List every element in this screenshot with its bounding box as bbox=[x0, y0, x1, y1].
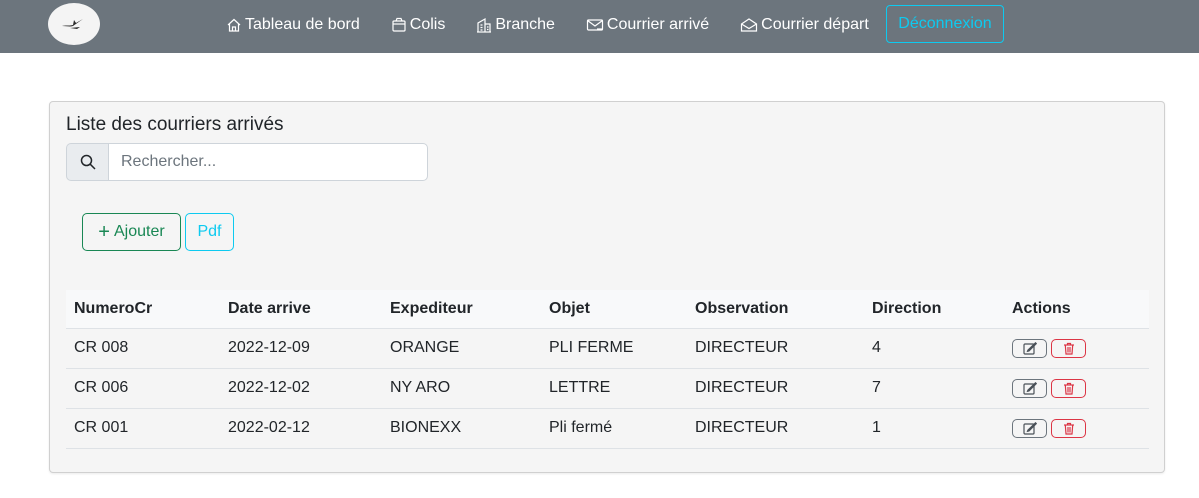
add-button[interactable]: + Ajouter bbox=[82, 213, 181, 251]
column-header: Direction bbox=[864, 290, 1004, 329]
search-icon bbox=[80, 154, 96, 170]
edit-icon bbox=[1022, 341, 1037, 355]
edit-button[interactable] bbox=[1012, 378, 1047, 398]
table-cell: 4 bbox=[864, 328, 1004, 369]
plus-icon: + bbox=[98, 221, 110, 243]
logout-button[interactable]: Déconnexion bbox=[886, 5, 1004, 43]
table-header-row: NumeroCr Date arrive Expediteur Objet Ob… bbox=[66, 290, 1149, 329]
column-header: Objet bbox=[541, 290, 687, 329]
table-cell: BIONEXX bbox=[382, 408, 541, 449]
edit-icon bbox=[1022, 421, 1037, 435]
mail-in-icon bbox=[586, 18, 604, 31]
trash-icon bbox=[1063, 342, 1074, 355]
logo[interactable] bbox=[48, 3, 100, 45]
table-cell: DIRECTEUR bbox=[687, 408, 864, 449]
table-cell: PLI FERME bbox=[541, 328, 687, 369]
table-cell: LETTRE bbox=[541, 368, 687, 409]
add-button-label: Ajouter bbox=[113, 223, 165, 240]
delete-button[interactable] bbox=[1051, 418, 1086, 438]
bird-logo-icon bbox=[62, 19, 83, 29]
nav-link-label: Courrier départ bbox=[761, 15, 869, 33]
delete-button[interactable] bbox=[1051, 338, 1086, 358]
search-group bbox=[66, 143, 428, 181]
table-cell: CR 001 bbox=[66, 408, 220, 449]
nav-link-dashboard[interactable]: Tableau de bord bbox=[226, 16, 360, 34]
table-cell: 1 bbox=[864, 408, 1004, 449]
edit-button[interactable] bbox=[1012, 338, 1047, 358]
table-cell: NY ARO bbox=[382, 368, 541, 409]
nav-link-label: Branche bbox=[495, 15, 555, 33]
table-cell: ORANGE bbox=[382, 328, 541, 369]
building-icon bbox=[477, 17, 492, 33]
delete-button[interactable] bbox=[1051, 378, 1086, 398]
trash-icon bbox=[1063, 382, 1074, 395]
nav-link-branche[interactable]: Branche bbox=[476, 16, 555, 34]
column-header: Observation bbox=[687, 290, 864, 329]
edit-icon bbox=[1022, 381, 1037, 395]
nav-links: Tableau de bord Colis Branche Courrier a… bbox=[226, 0, 900, 49]
mail-list-card: Liste des courriers arrivés + Ajouter Pd… bbox=[49, 101, 1165, 473]
pdf-button[interactable]: Pdf bbox=[185, 213, 234, 251]
nav-link-courrier-arrive[interactable]: Courrier arrivé bbox=[586, 16, 709, 34]
table-cell: Pli fermé bbox=[541, 408, 687, 449]
table-cell: 2022-02-12 bbox=[220, 408, 382, 449]
table-cell: DIRECTEUR bbox=[687, 368, 864, 409]
navbar: Tableau de bord Colis Branche Courrier a… bbox=[0, 0, 1199, 53]
table-cell: 2022-12-09 bbox=[220, 328, 382, 369]
nav-link-label: Tableau de bord bbox=[245, 15, 360, 33]
table-row: CR 001 2022-02-12 BIONEXX Pli fermé DIRE… bbox=[66, 408, 1149, 449]
edit-button[interactable] bbox=[1012, 418, 1047, 438]
nav-link-colis[interactable]: Colis bbox=[391, 15, 446, 34]
nav-link-label: Courrier arrivé bbox=[606, 15, 710, 33]
column-header: Expediteur bbox=[382, 290, 541, 329]
column-header: NumeroCr bbox=[66, 290, 220, 329]
table-cell: CR 008 bbox=[66, 328, 220, 369]
nav-link-courrier-depart[interactable]: Courrier départ bbox=[740, 16, 869, 34]
table-cell: 7 bbox=[864, 368, 1004, 409]
table-row: CR 006 2022-12-02 NY ARO LETTRE DIRECTEU… bbox=[66, 368, 1149, 409]
search-input[interactable] bbox=[108, 143, 428, 181]
package-icon bbox=[392, 17, 406, 32]
house-icon bbox=[227, 18, 241, 32]
table-row: CR 008 2022-12-09 ORANGE PLI FERME DIREC… bbox=[66, 328, 1149, 369]
actions-cell bbox=[1004, 368, 1149, 409]
column-header: Actions bbox=[1004, 290, 1149, 329]
actions-cell bbox=[1004, 328, 1149, 369]
table-cell: CR 006 bbox=[66, 368, 220, 409]
column-header: Date arrive bbox=[220, 290, 382, 329]
page-title: Liste des courriers arrivés bbox=[66, 114, 284, 135]
search-addon bbox=[66, 143, 108, 181]
actions-cell bbox=[1004, 408, 1149, 449]
table-cell: 2022-12-02 bbox=[220, 368, 382, 409]
mail-open-icon bbox=[741, 17, 758, 32]
table-cell: DIRECTEUR bbox=[687, 328, 864, 369]
mail-table: NumeroCr Date arrive Expediteur Objet Ob… bbox=[66, 290, 1149, 449]
trash-icon bbox=[1063, 422, 1074, 435]
nav-link-label: Colis bbox=[409, 15, 446, 33]
